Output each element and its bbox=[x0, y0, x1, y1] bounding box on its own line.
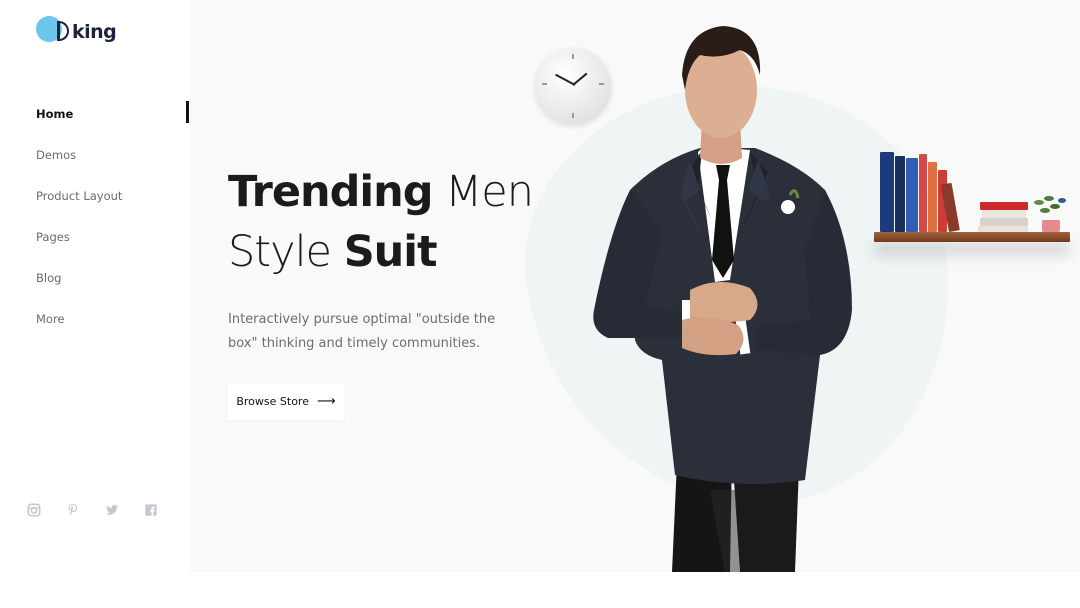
book-shelf-image bbox=[874, 150, 1074, 260]
hero-title: Trending Men Style Suit bbox=[228, 162, 534, 282]
hero-title-light-2: Style bbox=[228, 227, 344, 277]
model-in-suit-image bbox=[593, 26, 852, 572]
browse-store-label: Browse Store bbox=[236, 395, 309, 408]
browse-store-button[interactable]: Browse Store ⟶ bbox=[228, 383, 344, 420]
logo[interactable]: king bbox=[36, 16, 117, 46]
hero-title-bold-1: Trending bbox=[228, 167, 434, 217]
nav-item-more[interactable]: More bbox=[36, 309, 122, 350]
nav-item-pages[interactable]: Pages bbox=[36, 227, 122, 268]
nav-item-product-layout[interactable]: Product Layout bbox=[36, 186, 122, 227]
main-nav: Home Demos Product Layout Pages Blog Mor… bbox=[36, 104, 122, 350]
facebook-icon[interactable] bbox=[143, 502, 158, 517]
active-nav-indicator bbox=[186, 101, 189, 123]
twitter-icon[interactable] bbox=[104, 502, 119, 517]
nav-item-demos[interactable]: Demos bbox=[36, 145, 122, 186]
social-links bbox=[26, 502, 158, 517]
page: king Home Demos Product Layout Pages Blo… bbox=[0, 0, 1080, 608]
hero-section: Trending Men Style Suit Interactively pu… bbox=[190, 0, 1080, 572]
logo-text: king bbox=[72, 21, 117, 43]
logo-letter-icon bbox=[57, 21, 69, 41]
nav-item-blog[interactable]: Blog bbox=[36, 268, 122, 309]
hero-description: Interactively pursue optimal "outside th… bbox=[228, 312, 496, 351]
hero-title-light-1: Men bbox=[432, 167, 534, 217]
instagram-icon[interactable] bbox=[26, 502, 41, 517]
sidebar: king Home Demos Product Layout Pages Blo… bbox=[0, 0, 190, 572]
arrow-right-icon: ⟶ bbox=[316, 394, 336, 409]
nav-item-home[interactable]: Home bbox=[36, 104, 122, 145]
hero-title-bold-2: Suit bbox=[343, 227, 438, 277]
pinterest-icon[interactable] bbox=[65, 502, 80, 517]
